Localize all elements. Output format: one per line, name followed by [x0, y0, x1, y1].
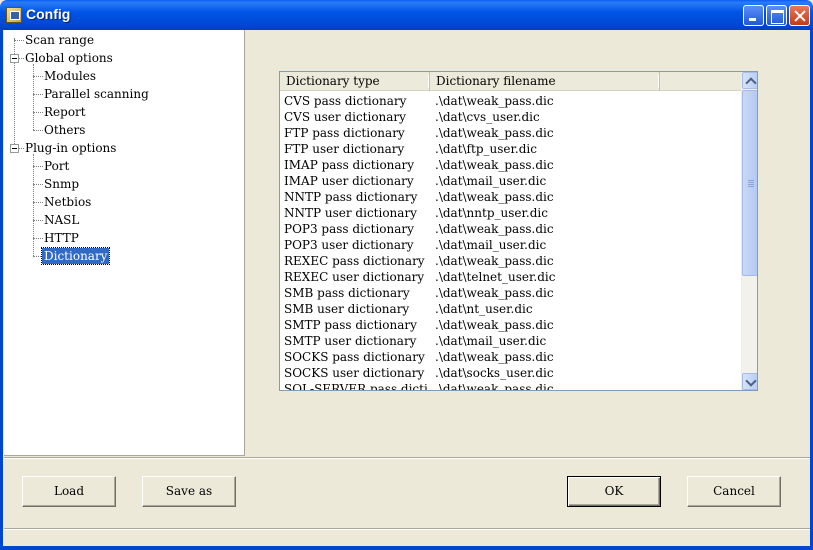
dictionary-type-cell: FTP pass dictionary — [284, 126, 405, 140]
table-row[interactable]: CVS user dictionary .\dat\cvs_user.dic — [280, 109, 741, 125]
dictionary-type-cell: CVS pass dictionary — [284, 94, 407, 108]
config-app-icon[interactable] — [6, 7, 22, 23]
window-frame-bottom — [0, 546, 813, 550]
dictionary-type-cell: REXEC user dictionary — [284, 270, 425, 284]
ok-button[interactable]: OK — [567, 476, 661, 507]
dictionary-filename-cell: .\dat\socks_user.dic — [435, 366, 554, 380]
dictionary-filename-cell: .\dat\mail_user.dic — [435, 174, 547, 188]
dictionary-filename-cell: .\dat\weak_pass.dic — [435, 254, 554, 268]
scroll-down-icon[interactable] — [742, 373, 757, 390]
tree-item-snmp[interactable]: Snmp — [42, 176, 81, 192]
dictionary-type-cell: SOCKS pass dictionary — [284, 350, 425, 364]
dictionary-type-cell: SMTP pass dictionary — [284, 318, 417, 332]
column-header-dictionary-filename[interactable]: Dictionary filename — [430, 72, 660, 91]
dictionary-filename-cell: .\dat\nntp_user.dic — [435, 206, 548, 220]
tree-item-modules[interactable]: Modules — [42, 68, 98, 84]
table-row[interactable]: REXEC user dictionary .\dat\telnet_user.d… — [280, 269, 741, 285]
dictionary-filename-cell: .\dat\weak_pass.dic — [435, 190, 554, 204]
tree-item-port[interactable]: Port — [42, 158, 71, 174]
title-bar[interactable]: Config — [0, 0, 813, 30]
minimize-button[interactable] — [743, 5, 764, 26]
dictionary-type-cell: SMTP user dictionary — [284, 334, 417, 348]
table-row[interactable]: SMB user dictionary .\dat\nt_user.dic — [280, 301, 741, 317]
window-title: Config — [26, 6, 71, 22]
dictionary-type-cell: CVS user dictionary — [284, 110, 406, 124]
tree-line — [33, 154, 34, 256]
tree-item-others[interactable]: Others — [42, 122, 87, 138]
table-row[interactable]: SMTP pass dictionary .\dat\weak_pass.dic — [280, 317, 741, 333]
table-row[interactable]: SOCKS user dictionary .\dat\socks_user.di… — [280, 365, 741, 381]
dictionary-type-cell: SOCKS user dictionary — [284, 366, 425, 380]
dictionary-list[interactable]: Dictionary type Dictionary filename CVS … — [279, 71, 758, 391]
dictionary-type-cell: REXEC pass dictionary — [284, 254, 425, 268]
load-button[interactable]: Load — [22, 476, 116, 507]
tree-item-parallel-scanning[interactable]: Parallel scanning — [42, 86, 151, 102]
table-row[interactable]: CVS pass dictionary .\dat\weak_pass.dic — [280, 93, 741, 109]
collapse-global-options-icon[interactable] — [10, 54, 19, 63]
dictionary-filename-cell: .\dat\weak_pass.dic — [435, 318, 554, 332]
window-frame-left — [0, 30, 3, 550]
vertical-scrollbar[interactable] — [741, 72, 757, 390]
options-tree[interactable]: Scan range Global options Modules Parall… — [4, 30, 245, 456]
list-header: Dictionary type Dictionary filename — [280, 72, 741, 91]
dictionary-filename-cell: .\dat\telnet_user.dic — [435, 270, 556, 284]
maximize-button[interactable] — [766, 5, 787, 26]
table-row[interactable]: POP3 pass dictionary .\dat\weak_pass.dic — [280, 221, 741, 237]
dictionary-filename-cell: .\dat\nt_user.dic — [435, 302, 533, 316]
dictionary-filename-cell: .\dat\weak_pass.dic — [435, 350, 554, 364]
close-button[interactable] — [789, 5, 810, 26]
tree-line — [33, 64, 34, 130]
dictionary-filename-cell: .\dat\ftp_user.dic — [435, 142, 537, 156]
dictionary-filename-cell: .\dat\weak_pass.dic — [435, 382, 554, 391]
table-row[interactable]: SOCKS pass dictionary .\dat\weak_pass.dic — [280, 349, 741, 365]
dictionary-type-cell: IMAP pass dictionary — [284, 158, 415, 172]
table-row[interactable]: SMTP user dictionary .\dat\mail_user.dic — [280, 333, 741, 349]
dictionary-type-cell: POP3 pass dictionary — [284, 222, 414, 236]
tree-item-report[interactable]: Report — [42, 104, 88, 120]
dictionary-filename-cell: .\dat\weak_pass.dic — [435, 94, 554, 108]
table-row[interactable]: IMAP pass dictionary .\dat\weak_pass.dic — [280, 157, 741, 173]
scroll-up-icon[interactable] — [742, 72, 757, 89]
table-row[interactable]: NNTP pass dictionary .\dat\weak_pass.dic — [280, 189, 741, 205]
table-row[interactable]: SMB pass dictionary .\dat\weak_pass.dic — [280, 285, 741, 301]
table-row[interactable]: POP3 user dictionary .\dat\mail_user.dic — [280, 237, 741, 253]
dictionary-type-cell: SMB user dictionary — [284, 302, 410, 316]
table-row[interactable]: IMAP user dictionary .\dat\mail_user.dic — [280, 173, 741, 189]
dictionary-type-cell: SMB pass dictionary — [284, 286, 410, 300]
tree-item-scan-range[interactable]: Scan range — [23, 32, 96, 48]
separator — [4, 457, 810, 459]
list-rows: CVS pass dictionary .\dat\weak_pass.dic CV… — [280, 93, 741, 391]
dictionary-type-cell: POP3 user dictionary — [284, 238, 414, 252]
cancel-button[interactable]: Cancel — [687, 476, 781, 507]
tree-item-plugin-options[interactable]: Plug-in options — [23, 140, 118, 156]
tree-item-global-options[interactable]: Global options — [23, 50, 115, 66]
dictionary-filename-cell: .\dat\cvs_user.dic — [435, 110, 540, 124]
dictionary-filename-cell: .\dat\weak_pass.dic — [435, 286, 554, 300]
dictionary-filename-cell: .\dat\weak_pass.dic — [435, 158, 554, 172]
column-header-dictionary-type[interactable]: Dictionary type — [280, 72, 430, 91]
tree-item-http[interactable]: HTTP — [42, 230, 81, 246]
collapse-plugin-options-icon[interactable] — [10, 144, 19, 153]
dictionary-type-cell: NNTP pass dictionary — [284, 190, 418, 204]
table-row[interactable]: REXEC pass dictionary .\dat\weak_pass.dic — [280, 253, 741, 269]
tree-item-netbios[interactable]: Netbios — [42, 194, 93, 210]
dictionary-type-cell: FTP user dictionary — [284, 142, 405, 156]
save-as-button[interactable]: Save as — [142, 476, 236, 507]
dictionary-filename-cell: .\dat\weak_pass.dic — [435, 126, 554, 140]
scrollbar-thumb[interactable] — [742, 90, 757, 276]
tree-item-dictionary[interactable]: Dictionary — [40, 247, 111, 265]
table-row[interactable]: NNTP user dictionary .\dat\nntp_user.dic — [280, 205, 741, 221]
dictionary-filename-cell: .\dat\weak_pass.dic — [435, 222, 554, 236]
dictionary-type-cell: SQL-SERVER pass diction... — [284, 382, 428, 391]
dictionary-filename-cell: .\dat\mail_user.dic — [435, 334, 547, 348]
table-row[interactable]: SQL-SERVER pass diction... .\dat\weak_pas… — [280, 381, 741, 391]
table-row[interactable]: FTP pass dictionary .\dat\weak_pass.dic — [280, 125, 741, 141]
dictionary-type-cell: NNTP user dictionary — [284, 206, 417, 220]
status-separator — [4, 528, 810, 530]
tree-item-nasl[interactable]: NASL — [42, 212, 81, 228]
dictionary-filename-cell: .\dat\mail_user.dic — [435, 238, 547, 252]
table-row[interactable]: FTP user dictionary .\dat\ftp_user.dic — [280, 141, 741, 157]
dictionary-type-cell: IMAP user dictionary — [284, 174, 414, 188]
